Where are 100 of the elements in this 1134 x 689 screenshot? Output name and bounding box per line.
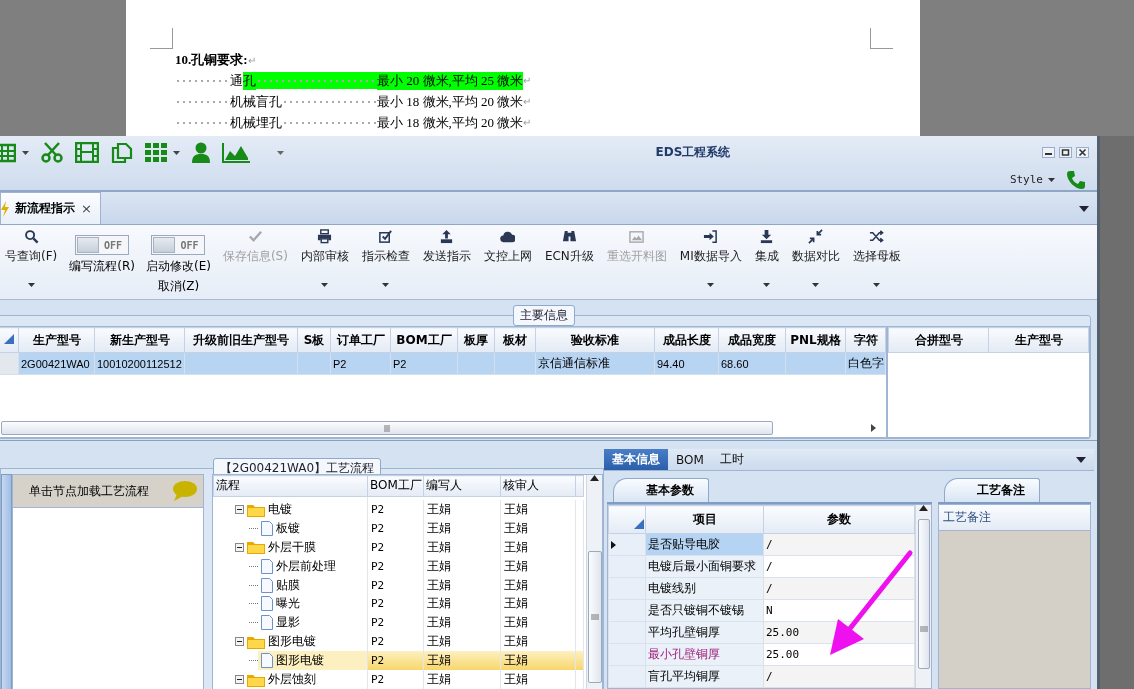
column-header[interactable]: 板材 [494, 327, 536, 353]
minimize-icon[interactable] [1042, 147, 1055, 158]
column-header[interactable]: 生产型号 [18, 327, 95, 353]
column-header[interactable]: 核审人 [500, 475, 576, 497]
user-icon[interactable] [192, 142, 210, 163]
tab[interactable]: 基本参数 [613, 478, 709, 502]
ribbon-button[interactable]: ECN升级 [539, 225, 599, 295]
phone-icon[interactable] [1067, 169, 1085, 190]
tree-row[interactable]: 图形电镀 P2 王娟 王娟 [213, 651, 584, 670]
upload-icon [439, 229, 455, 244]
collapse-icon[interactable] [234, 637, 244, 647]
caret-icon[interactable] [873, 283, 881, 287]
arrow-up-icon[interactable] [590, 475, 599, 481]
film-icon[interactable] [75, 142, 99, 163]
column-header[interactable]: BOM工厂 [390, 327, 458, 353]
ribbon-button[interactable]: 指示检查 [356, 225, 415, 295]
column-header[interactable]: BOM工厂 [367, 475, 424, 497]
tab[interactable]: 新流程指示 × [0, 192, 101, 224]
ribbon-button[interactable]: 内部审核 [295, 225, 354, 295]
item-text: 电镀后最小面铜要求 [648, 559, 756, 573]
ribbon-button[interactable]: 号查询(F) [0, 225, 63, 295]
node-label: 曝光 [275, 595, 300, 613]
table-cell: / [763, 665, 915, 688]
scissors-icon[interactable] [41, 142, 63, 163]
collapse-icon[interactable] [234, 542, 244, 552]
column-header[interactable]: 合拼型号 [888, 327, 989, 353]
column-header[interactable]: 升级前旧生产型号 [184, 327, 298, 353]
column-header[interactable]: 流程 [213, 475, 368, 497]
column-header[interactable]: 订单工厂 [330, 327, 391, 353]
scrollbar[interactable] [586, 475, 602, 689]
collapse-icon[interactable] [234, 505, 244, 515]
table-row[interactable]: 2G00421WA0 10010200112512 P2 P2 京信通信标准 94.40 68.60 白色字 [0, 352, 886, 375]
tree-row[interactable]: 曝光 P2 王娟 王娟 [213, 594, 584, 614]
tree-row[interactable]: 电镀 P2 王娟 王娟 [213, 500, 584, 519]
paragraph-mark: ↵ [247, 54, 256, 66]
item-text: 是否贴导电胶 [648, 537, 720, 551]
caret-icon[interactable] [763, 283, 771, 287]
column-header[interactable]: 新生产型号 [94, 327, 185, 353]
column-header[interactable]: PNL规格 [785, 327, 846, 353]
column-header[interactable]: 项目 [645, 505, 764, 534]
column-header[interactable]: 成品长度 [654, 327, 719, 353]
search-icon [23, 229, 39, 244]
file-icon [260, 596, 273, 612]
style-menu[interactable]: Style [1009, 173, 1055, 186]
arrow-up-icon[interactable] [919, 505, 928, 511]
column-header[interactable]: 字符 [845, 327, 886, 353]
collapse-icon[interactable] [234, 675, 244, 684]
column-header[interactable]: S板 [297, 327, 331, 353]
ribbon-button[interactable]: 发送指示 [417, 225, 476, 295]
tree-row[interactable]: 贴膜 P2 王娟 王娟 [213, 575, 584, 595]
toggle-switch[interactable]: OFF [75, 235, 130, 255]
scrollbar[interactable] [915, 505, 931, 688]
caret-icon[interactable] [173, 150, 180, 155]
ribbon-button[interactable]: MI数据导入 [674, 225, 747, 295]
caret-icon[interactable] [707, 283, 715, 287]
caret-icon[interactable] [321, 283, 329, 287]
caret-icon[interactable] [1076, 457, 1086, 463]
close-icon[interactable]: × [81, 201, 92, 216]
tab[interactable]: 工艺备注 [944, 478, 1040, 502]
column-header[interactable]: 板厚 [457, 327, 495, 353]
table-cell: P2 [367, 670, 424, 689]
tree-row[interactable]: 外层干膜 P2 王娟 王娟 [213, 537, 584, 557]
column-header[interactable]: 成品宽度 [718, 327, 786, 353]
column-header[interactable]: 参数 [763, 505, 915, 534]
caret-icon[interactable] [382, 283, 390, 287]
ribbon-button[interactable]: 集成 [749, 225, 784, 295]
toggle-switch[interactable]: OFF [151, 235, 206, 255]
scrollbar[interactable] [1, 421, 876, 435]
table-cell: 王娟 [500, 651, 576, 670]
section-legend: 主要信息 [512, 305, 575, 326]
caret-icon[interactable] [1048, 177, 1055, 182]
caret-icon[interactable] [812, 283, 820, 287]
column-header[interactable]: 编写人 [423, 475, 501, 497]
copy-icon[interactable] [111, 141, 133, 164]
grip-icon [590, 614, 599, 620]
column-header[interactable]: 生产型号 [988, 327, 1089, 353]
table-cell: P2 [367, 613, 424, 633]
tree-row[interactable]: 外层蚀刻 P2 王娟 王娟 [213, 670, 584, 689]
tree-row[interactable]: 外层前处理 P2 王娟 王娟 [213, 556, 584, 576]
ribbon-button[interactable]: 选择母板 [847, 225, 906, 295]
caret-icon[interactable] [1079, 206, 1089, 212]
caret-icon[interactable] [22, 150, 29, 155]
tab[interactable]: 基本信息 [604, 449, 668, 470]
tree-row[interactable]: 板镀 P2 王娟 王娟 [213, 519, 584, 538]
close-icon[interactable] [1076, 147, 1089, 158]
tree-row[interactable]: 显影 P2 王娟 王娟 [213, 613, 584, 633]
tab[interactable]: BOM [668, 449, 712, 470]
chart-icon[interactable] [222, 142, 251, 163]
ribbon-button[interactable]: 数据对比 [786, 225, 845, 295]
window-title: EDS工程系统 [654, 144, 732, 161]
arrow-right-icon[interactable] [871, 424, 876, 432]
grid-icon[interactable] [145, 143, 167, 162]
row-header [608, 643, 646, 666]
ribbon-button[interactable]: 文控上网 [478, 225, 537, 295]
column-header[interactable]: 验收标准 [535, 327, 655, 353]
tab[interactable]: 工时 [711, 449, 752, 470]
folder-icon [246, 672, 265, 687]
maximize-icon[interactable] [1059, 147, 1072, 158]
caret-icon[interactable] [27, 283, 35, 287]
table-icon[interactable] [0, 142, 16, 163]
